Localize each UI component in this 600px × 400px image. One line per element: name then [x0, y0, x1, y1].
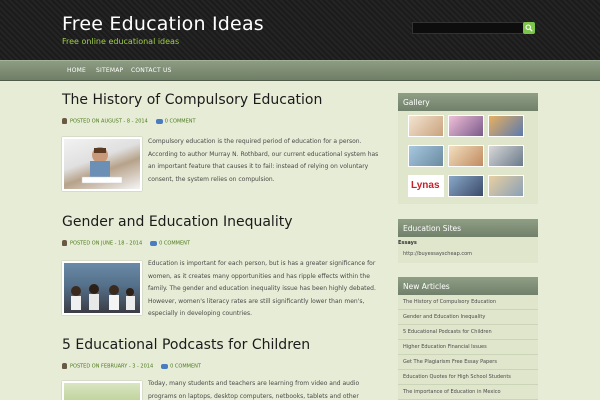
- search-input[interactable]: [412, 22, 524, 34]
- new-articles-list: The History of Compulsory Education Gend…: [398, 295, 538, 400]
- site-title[interactable]: Free Education Ideas: [62, 13, 264, 35]
- comment-icon: [150, 240, 158, 246]
- gallery-image[interactable]: [488, 145, 524, 167]
- gallery-image[interactable]: [448, 145, 484, 167]
- post-excerpt: Compulsory education is the required per…: [148, 138, 379, 183]
- post-thumbnail[interactable]: [62, 261, 142, 315]
- gallery-image[interactable]: [408, 145, 444, 167]
- author-icon: [62, 240, 67, 246]
- post-thumbnail[interactable]: [62, 137, 142, 191]
- post-meta: POSTED ON JUNE - 18 - 2014 0 COMMENT: [62, 240, 190, 247]
- comment-count[interactable]: 0 COMMENT: [159, 241, 190, 247]
- post-thumbnail[interactable]: [62, 381, 142, 400]
- new-articles-widget: New Articles The History of Compulsory E…: [398, 277, 538, 400]
- gallery-image-lynas[interactable]: Lynas: [408, 175, 444, 197]
- comment-count[interactable]: 0 COMMENT: [165, 119, 196, 125]
- gallery-widget: Gallery Lynas: [398, 93, 538, 204]
- comment-icon: [161, 363, 169, 369]
- nav-contact-us[interactable]: CONTACT US: [131, 67, 172, 74]
- gallery-image[interactable]: [488, 115, 524, 137]
- gallery-image[interactable]: [448, 175, 484, 197]
- list-item[interactable]: The importance of Education in Mexico: [398, 385, 538, 400]
- post-excerpt: Education is important for each person, …: [148, 260, 376, 317]
- site-tagline: Free online educational ideas: [62, 37, 180, 46]
- comment-count[interactable]: 0 COMMENT: [170, 364, 201, 370]
- education-sites-widget: Education Sites Essays http://buyessaysc…: [398, 219, 538, 263]
- search-button[interactable]: [523, 22, 535, 34]
- author-icon: [62, 363, 67, 369]
- list-item[interactable]: Gender and Education Inequality: [398, 310, 538, 325]
- search-icon: [525, 24, 533, 32]
- widget-title: Gallery: [398, 93, 538, 111]
- list-item[interactable]: Higher Education Financial Issues: [398, 340, 538, 355]
- list-item[interactable]: The History of Compulsory Education: [398, 295, 538, 310]
- post-excerpt: Today, many students and teachers are le…: [148, 380, 360, 400]
- gallery-image[interactable]: [408, 115, 444, 137]
- post-title[interactable]: 5 Educational Podcasts for Children: [62, 337, 310, 353]
- widget-title: New Articles: [398, 277, 538, 295]
- list-item[interactable]: Education Quotes for High School Student…: [398, 370, 538, 385]
- post-meta: POSTED ON AUGUST - 8 - 2014 0 COMMENT: [62, 118, 196, 125]
- comment-icon: [155, 118, 163, 124]
- post-title[interactable]: The History of Compulsory Education: [62, 92, 322, 108]
- nav-home[interactable]: HOME: [67, 67, 86, 74]
- nav-sitemap[interactable]: SITEMAP: [96, 67, 123, 74]
- gallery-image[interactable]: [448, 115, 484, 137]
- site-header: Free Education Ideas Free online educati…: [0, 0, 600, 60]
- author-icon: [62, 118, 67, 124]
- main-nav: HOME SITEMAP CONTACT US: [0, 60, 600, 81]
- widget-title: Education Sites: [398, 219, 538, 237]
- list-item[interactable]: 5 Educational Podcasts for Children: [398, 325, 538, 340]
- lynas-logo: Lynas: [411, 180, 440, 191]
- post-meta: POSTED ON FEBRUARY - 3 - 2014 0 COMMENT: [62, 363, 201, 370]
- post-title[interactable]: Gender and Education Inequality: [62, 214, 293, 230]
- essays-label: Essays: [398, 240, 417, 246]
- gallery-image[interactable]: [488, 175, 524, 197]
- list-item[interactable]: Get The Plagiarism Free Essay Papers: [398, 355, 538, 370]
- essays-link[interactable]: http://buyessayscheap.com: [398, 246, 538, 257]
